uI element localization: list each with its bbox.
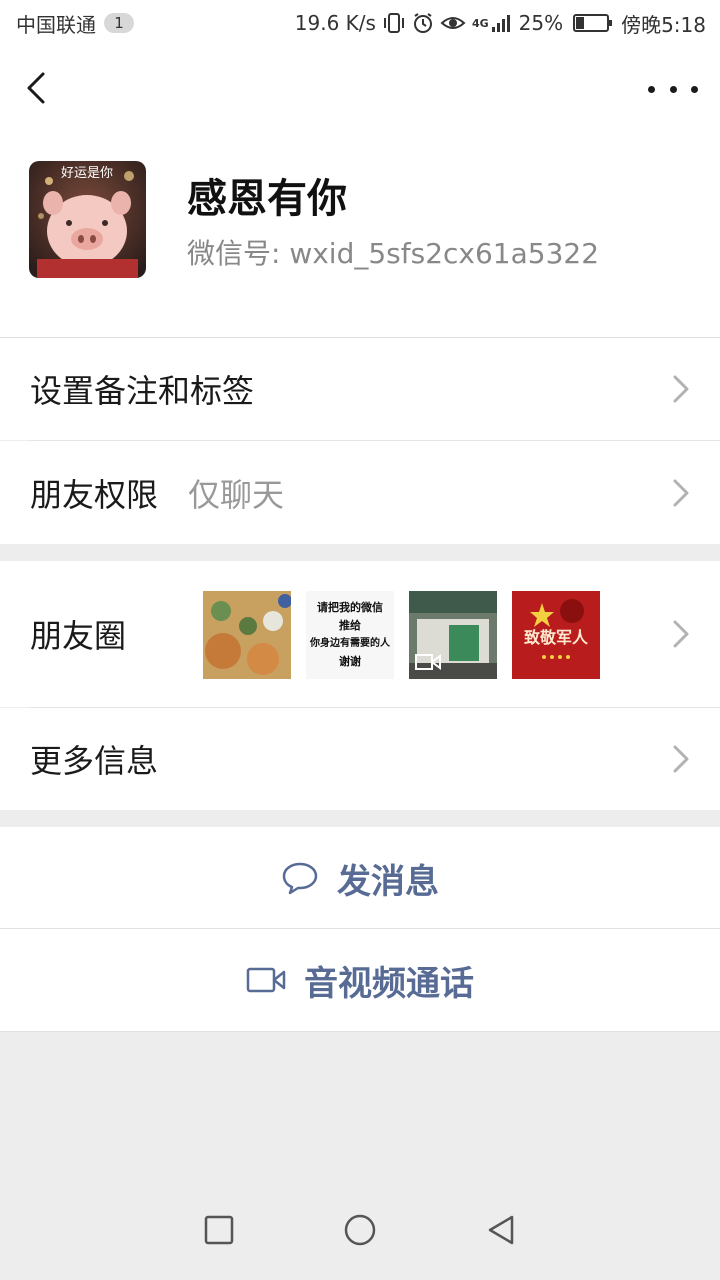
video-icon: [415, 654, 441, 670]
moment-thumb-salute: 致敬军人: [512, 591, 600, 679]
more-dot: [669, 85, 677, 93]
more-dot: [648, 85, 655, 93]
contact-name: 感恩有你: [187, 176, 347, 222]
moments-label: 朋友圈: [30, 617, 127, 655]
clock: 傍晚5:18: [621, 12, 706, 37]
home-circle-icon[interactable]: [344, 1214, 376, 1246]
send-message-label: 发消息: [337, 861, 439, 902]
profile-header: 好运是你 感恩有你 微信号: wxid_5sfs2cx61a5322: [0, 46, 720, 338]
notification-count-badge: 1: [104, 13, 134, 33]
more-info-row[interactable]: 更多信息: [0, 708, 720, 810]
network-type: 4G: [471, 16, 489, 30]
more-dot: [691, 85, 698, 93]
send-message-button[interactable]: 发消息: [0, 827, 720, 929]
av-call-button[interactable]: 音视频通话: [0, 929, 720, 1031]
avatar[interactable]: 好运是你: [29, 161, 146, 278]
back-arrow-icon: [27, 72, 45, 104]
battery-level-fill: [576, 17, 585, 29]
moment-thumb-video: [409, 591, 497, 679]
avatar-caption: 好运是你: [61, 166, 113, 181]
status-bar: 中国联通 1 19.6 K/s 4G 25% 傍晚5:18: [0, 0, 720, 46]
status-left: 中国联通 1: [16, 9, 134, 38]
battery-icon: [573, 14, 613, 32]
friend-permission-value: 仅聊天: [188, 475, 285, 514]
signal-icon: [491, 15, 510, 32]
friend-permission-row[interactable]: 朋友权限 仅聊天: [0, 441, 720, 544]
chevron-right-icon: [673, 620, 689, 648]
vibrate-icon: [383, 13, 404, 33]
wechat-id: 微信号: wxid_5sfs2cx61a5322: [187, 237, 600, 270]
recents-square-icon[interactable]: [204, 1215, 234, 1245]
thumb-text-line: 谢谢: [339, 655, 361, 668]
moments-row[interactable]: 朋友圈 请把我的微信 推给 你身边有需要的人 谢谢 致敬军人: [0, 561, 720, 707]
thumb-text-line: 你身边有需要的人: [310, 638, 390, 649]
eye-comfort-icon: [440, 17, 466, 29]
more-options-button[interactable]: [648, 74, 698, 104]
thumb-salute-text: 致敬军人: [524, 628, 589, 647]
battery-percent: 25%: [518, 11, 564, 35]
back-button[interactable]: [16, 68, 56, 108]
contact-profile-screen: 中国联通 1 19.6 K/s 4G 25% 傍晚5:18 好运是你 感恩有你 …: [0, 0, 720, 1280]
chevron-right-icon: [673, 745, 689, 773]
chevron-right-icon: [673, 375, 689, 403]
status-right: 19.6 K/s 4G 25% 傍晚5:18: [295, 9, 706, 38]
av-call-label: 音视频通话: [304, 963, 474, 1004]
avatar-pig-image: 好运是你: [29, 161, 146, 278]
video-camera-icon: [246, 967, 286, 993]
divider: [0, 1031, 720, 1032]
alarm-icon: [413, 13, 432, 33]
moment-thumb-text-card: 请把我的微信 推给 你身边有需要的人 谢谢: [306, 591, 394, 679]
system-navigation-bar: [0, 1190, 720, 1280]
thumb-text-line: 请把我的微信: [317, 601, 383, 614]
remark-tags-row[interactable]: 设置备注和标签: [0, 338, 720, 440]
more-info-label: 更多信息: [30, 742, 159, 780]
net-speed: 19.6 K/s: [294, 11, 376, 35]
friend-permission-label: 朋友权限: [30, 475, 159, 514]
thumb-text-line: 推给: [339, 619, 361, 632]
carrier-name: 中国联通: [16, 12, 96, 37]
chevron-right-icon: [673, 479, 689, 506]
remark-tags-label: 设置备注和标签: [30, 372, 255, 410]
chat-bubble-icon: [282, 862, 318, 895]
moment-thumb-mooncakes: [203, 591, 291, 679]
back-triangle-icon[interactable]: [486, 1214, 516, 1246]
moments-thumbnails: 请把我的微信 推给 你身边有需要的人 谢谢 致敬军人: [203, 591, 600, 679]
